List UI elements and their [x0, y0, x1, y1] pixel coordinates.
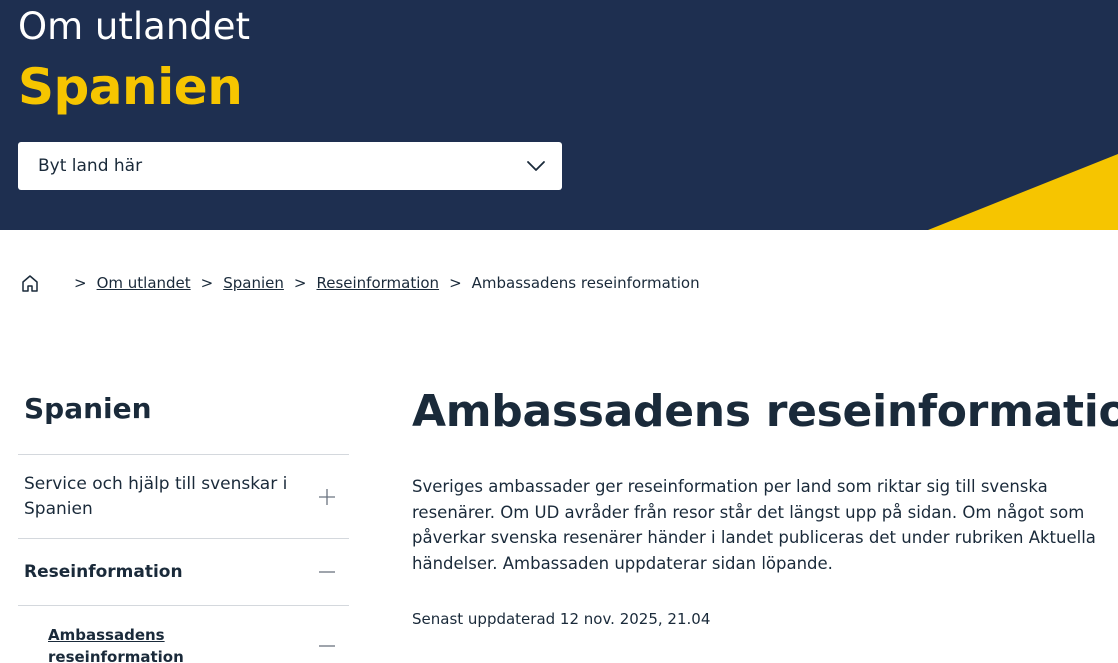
- breadcrumb-link-reseinformation[interactable]: Reseinformation: [316, 274, 439, 292]
- breadcrumb: > Om utlandet > Spanien > Reseinformatio…: [20, 270, 700, 296]
- breadcrumb-separator: >: [293, 274, 307, 292]
- side-navigation: Spanien Service och hjälp till svenskar …: [18, 380, 349, 663]
- sidenav-item-label: Reseinformation: [24, 561, 183, 582]
- sidenav-subitem-ambassadens-reseinformation[interactable]: Ambassadens reseinformation: [18, 605, 349, 663]
- hero-kicker: Om utlandet: [18, 5, 251, 48]
- breadcrumb-link-spanien[interactable]: Spanien: [223, 274, 284, 292]
- plus-icon[interactable]: [317, 487, 337, 507]
- hero-banner: Om utlandet Spanien Byt land här: [0, 0, 1118, 230]
- sidenav-item-service[interactable]: Service och hjälp till svenskar i Spanie…: [18, 454, 349, 538]
- page-intro: Sveriges ambassader ger reseinformation …: [412, 477, 1096, 573]
- hero-title: Spanien: [18, 58, 243, 116]
- home-icon[interactable]: [20, 273, 40, 293]
- hero-decor-wedge: [928, 154, 1118, 230]
- breadcrumb-separator: >: [74, 274, 87, 292]
- breadcrumb-link-om-utlandet[interactable]: Om utlandet: [97, 274, 191, 292]
- main-content: Ambassadens reseinformation Sveriges amb…: [412, 382, 1118, 628]
- breadcrumb-current: Ambassadens reseinformation: [471, 274, 700, 292]
- sidenav-item-reseinformation[interactable]: Reseinformation: [18, 538, 349, 605]
- minus-icon[interactable]: [317, 636, 337, 656]
- page-title: Ambassadens reseinformation: [412, 386, 1118, 437]
- sidenav-heading: Spanien: [24, 392, 152, 425]
- chevron-down-icon: [527, 161, 545, 171]
- sidenav-subitem-label[interactable]: Ambassadens reseinformation: [48, 624, 228, 663]
- breadcrumb-separator: >: [200, 274, 214, 292]
- country-select[interactable]: Byt land här: [18, 142, 562, 190]
- last-updated: Senast uppdaterad 12 nov. 2025, 21.04: [412, 610, 711, 628]
- sidenav-item-label: Service och hjälp till svenskar i Spanie…: [24, 473, 288, 519]
- minus-icon[interactable]: [317, 562, 337, 582]
- breadcrumb-separator: >: [449, 274, 462, 292]
- country-select-label: Byt land här: [38, 156, 143, 176]
